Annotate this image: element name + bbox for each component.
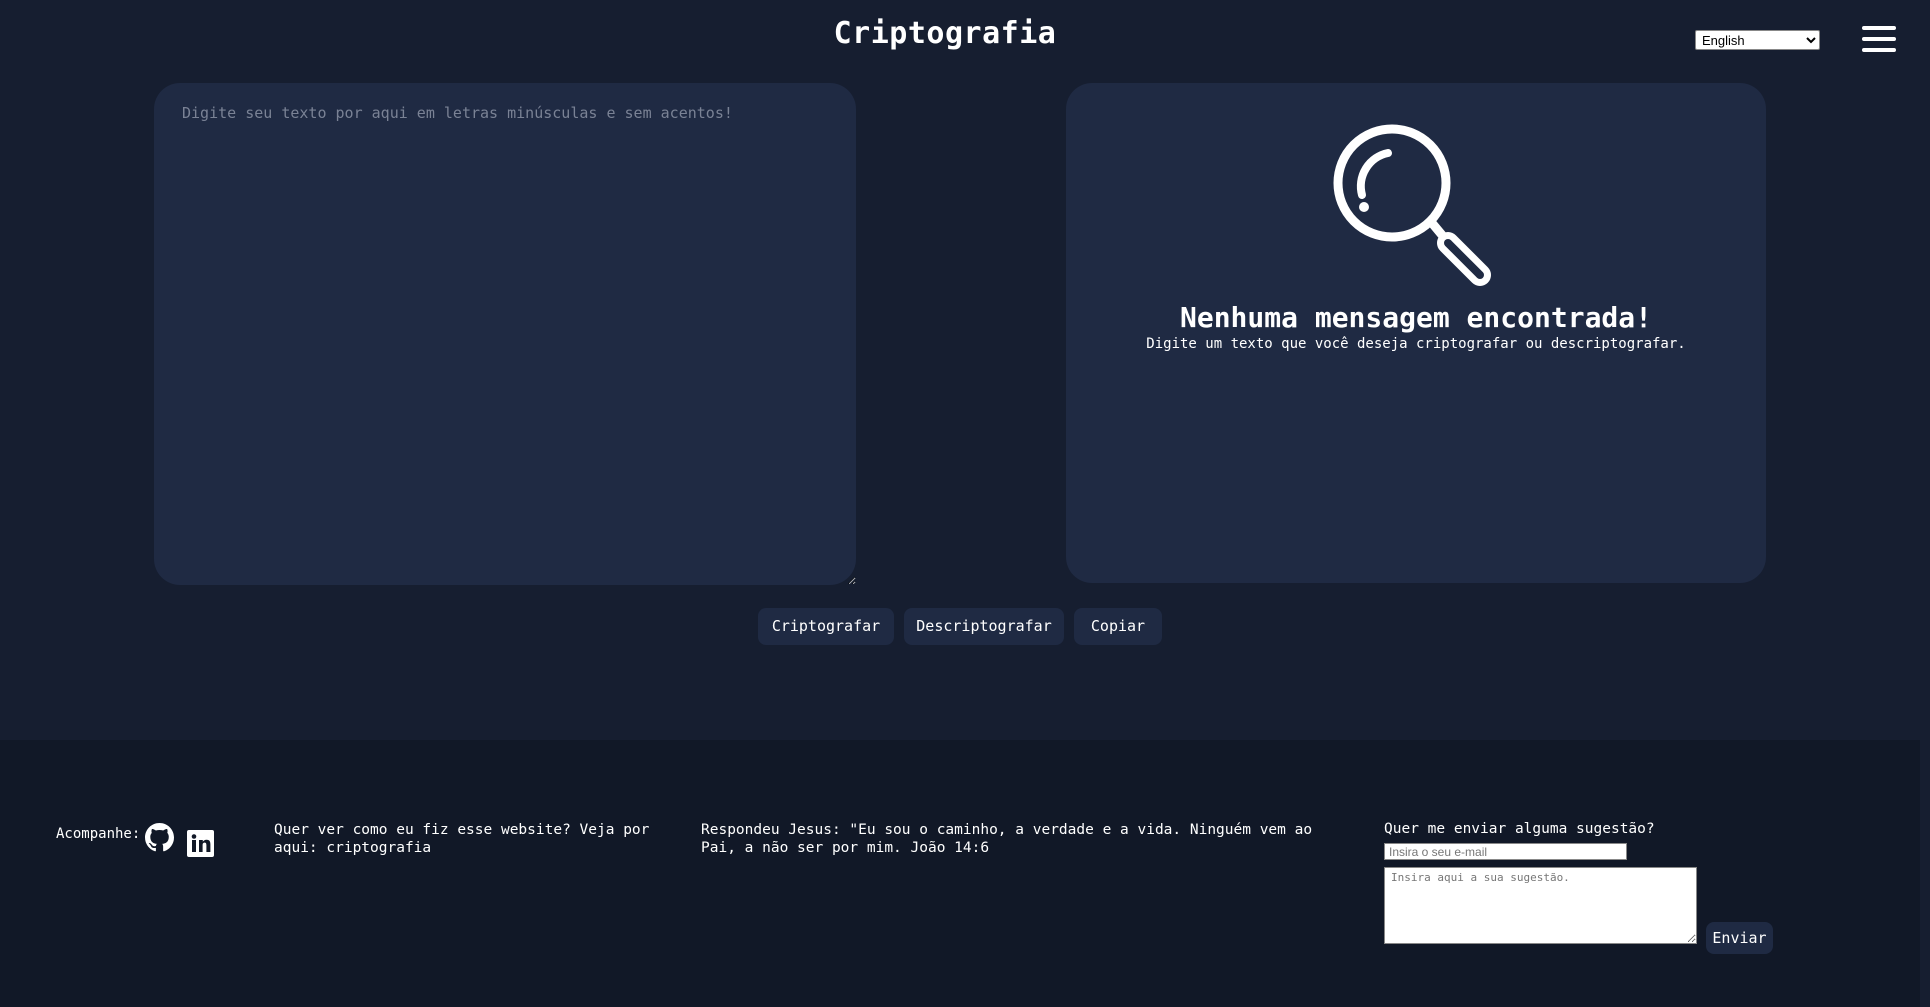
magnifier-icon — [1333, 124, 1491, 286]
menu-line — [1862, 37, 1896, 41]
suggestion-title: Quer me enviar alguma sugestão? — [1384, 821, 1655, 837]
copy-button[interactable]: Copiar — [1074, 608, 1162, 645]
empty-state-title: Nenhuma mensagem encontrada! — [1179, 301, 1652, 334]
email-field[interactable] — [1384, 843, 1627, 860]
empty-state-subtitle: Digite um texto que você deseja criptogr… — [1146, 336, 1686, 352]
menu-line — [1862, 26, 1896, 30]
decrypt-button[interactable]: Descriptografar — [904, 608, 1064, 645]
github-icon[interactable] — [145, 823, 174, 852]
message-input[interactable] — [154, 83, 856, 585]
page: Criptografia English Nenhuma mensagem en… — [0, 0, 1930, 1007]
bible-quote: Respondeu Jesus: "Eu sou o caminho, a ve… — [701, 822, 1313, 856]
linkedin-icon[interactable] — [187, 830, 214, 857]
footer: Acompanhe: Quer ver como eu fiz esse web… — [0, 740, 1920, 1007]
page-title: Criptografia — [833, 16, 1057, 51]
hamburger-menu-icon[interactable] — [1862, 26, 1896, 54]
suggestion-textarea[interactable] — [1384, 867, 1697, 944]
menu-line — [1862, 48, 1896, 52]
language-select[interactable]: English — [1695, 30, 1820, 50]
output-panel: Nenhuma mensagem encontrada! Digite um t… — [1066, 83, 1766, 583]
encrypt-button[interactable]: Criptografar — [758, 608, 894, 645]
send-button[interactable]: Enviar — [1706, 922, 1773, 954]
repo-link-text[interactable]: Quer ver como eu fiz esse website? Veja … — [274, 821, 654, 857]
follow-label: Acompanhe: — [56, 826, 141, 842]
